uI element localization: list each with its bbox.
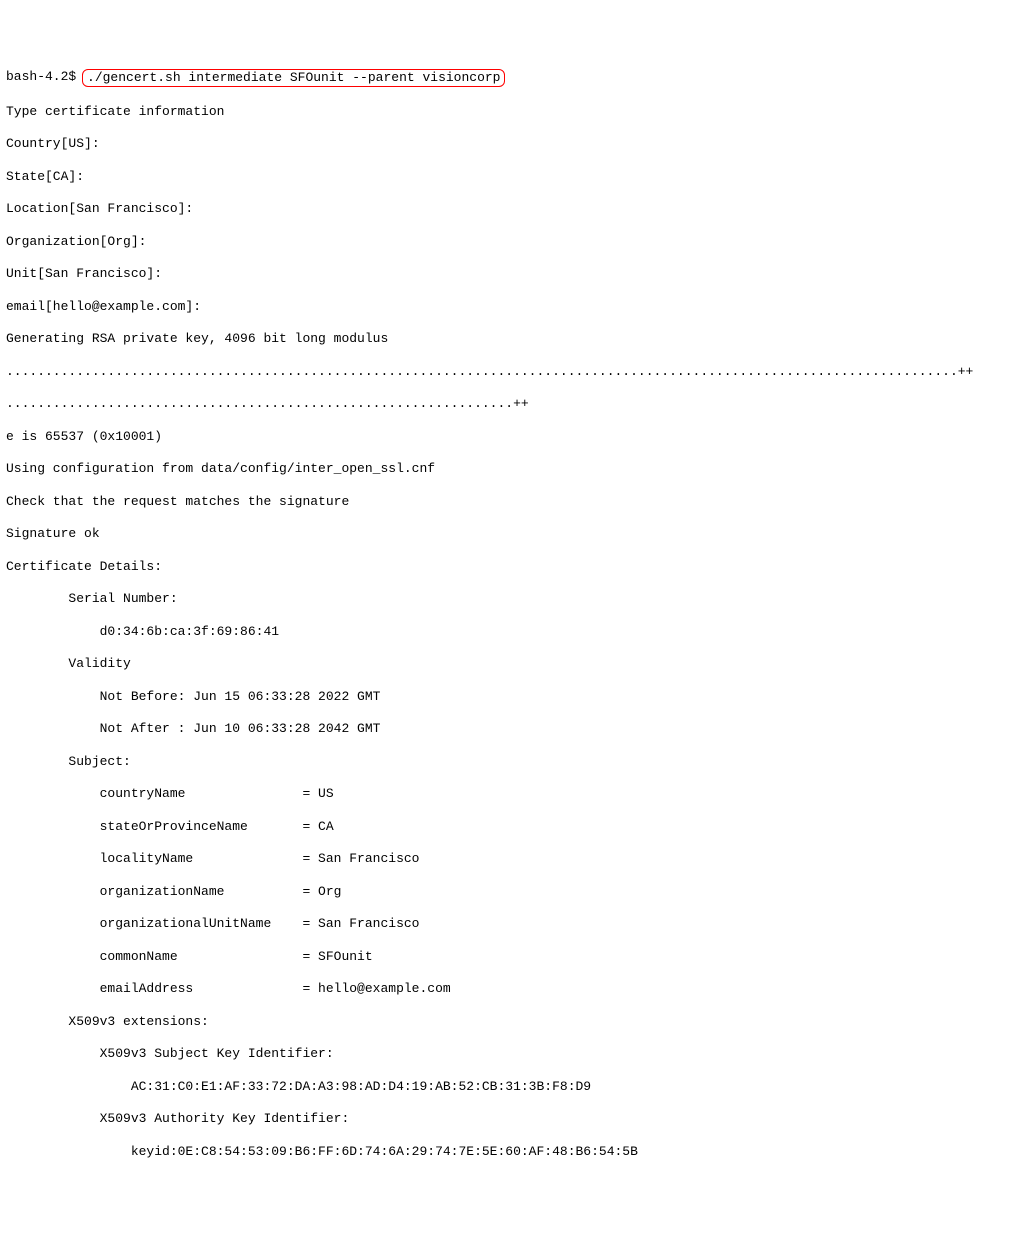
output-line: ........................................… bbox=[6, 364, 1011, 380]
output-line: Unit[San Francisco]: bbox=[6, 266, 1011, 282]
output-line: Validity bbox=[6, 656, 1011, 672]
output-line: Serial Number: bbox=[6, 591, 1011, 607]
shell-prompt: bash-4.2$ bbox=[6, 69, 84, 85]
output-line: Generating RSA private key, 4096 bit lon… bbox=[6, 331, 1011, 347]
output-line: Certificate Details: bbox=[6, 559, 1011, 575]
output-line: Subject: bbox=[6, 754, 1011, 770]
output-line: State[CA]: bbox=[6, 169, 1011, 185]
output-line: AC:31:C0:E1:AF:33:72:DA:A3:98:AD:D4:19:A… bbox=[6, 1079, 1011, 1095]
output-line: Signature ok bbox=[6, 526, 1011, 542]
output-line: Not Before: Jun 15 06:33:28 2022 GMT bbox=[6, 689, 1011, 705]
output-line: stateOrProvinceName = CA bbox=[6, 819, 1011, 835]
highlighted-command: ./gencert.sh intermediate SFOunit --pare… bbox=[82, 69, 505, 87]
output-line: Not After : Jun 10 06:33:28 2042 GMT bbox=[6, 721, 1011, 737]
output-line: Type certificate information bbox=[6, 104, 1011, 120]
output-line: keyid:0E:C8:54:53:09:B6:FF:6D:74:6A:29:7… bbox=[6, 1144, 1011, 1160]
command-line: bash-4.2$ ./gencert.sh intermediate SFOu… bbox=[6, 69, 1011, 87]
output-line: X509v3 Subject Key Identifier: bbox=[6, 1046, 1011, 1062]
output-line: organizationName = Org bbox=[6, 884, 1011, 900]
output-line: Check that the request matches the signa… bbox=[6, 494, 1011, 510]
output-line: countryName = US bbox=[6, 786, 1011, 802]
output-line: X509v3 extensions: bbox=[6, 1014, 1011, 1030]
output-line: Location[San Francisco]: bbox=[6, 201, 1011, 217]
output-line: Country[US]: bbox=[6, 136, 1011, 152]
output-line: emailAddress = hello@example.com bbox=[6, 981, 1011, 997]
output-line: commonName = SFOunit bbox=[6, 949, 1011, 965]
output-line: Organization[Org]: bbox=[6, 234, 1011, 250]
output-line: Using configuration from data/config/int… bbox=[6, 461, 1011, 477]
output-line: ........................................… bbox=[6, 396, 1011, 412]
output-line: organizationalUnitName = San Francisco bbox=[6, 916, 1011, 932]
output-line: localityName = San Francisco bbox=[6, 851, 1011, 867]
output-line: X509v3 Authority Key Identifier: bbox=[6, 1111, 1011, 1127]
output-line: d0:34:6b:ca:3f:69:86:41 bbox=[6, 624, 1011, 640]
output-line: email[hello@example.com]: bbox=[6, 299, 1011, 315]
output-line: e is 65537 (0x10001) bbox=[6, 429, 1011, 445]
